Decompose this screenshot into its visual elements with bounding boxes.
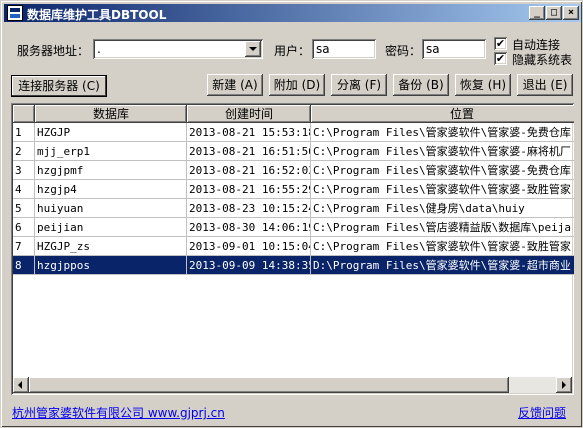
row-number-cell: 2 [13,142,35,161]
exit-button[interactable]: 退出 (E) [517,74,573,96]
created-time-cell: 2013-08-30 14:06:19 [187,218,311,237]
server-combo[interactable]: . [93,39,263,59]
company-link[interactable]: 杭州管家婆软件有限公司 www.gjprj.cn [12,404,225,421]
database-name-cell: HZGJP [35,123,187,142]
scroll-right-icon[interactable] [556,377,572,393]
feedback-link[interactable]: 反馈问题 [518,404,566,421]
database-name-cell: huiyuan [35,199,187,218]
minimize-button[interactable]: _ [529,6,545,20]
row-number-cell: 7 [13,237,35,256]
header-row-number[interactable] [13,105,35,123]
created-time-cell: 2013-09-01 10:15:04 [187,237,311,256]
created-time-cell: 2013-08-21 15:53:18 [187,123,311,142]
backup-database-button[interactable]: 备份 (B) [393,74,449,96]
row-number-cell: 4 [13,180,35,199]
location-cell: C:\Program Files\管家婆软件\管家婆-致胜管家 [311,237,574,256]
header-location[interactable]: 位置 [311,105,574,123]
database-name-cell: mjj_erp1 [35,142,187,161]
horizontal-scrollbar[interactable] [13,377,572,393]
scroll-left-icon[interactable] [13,377,29,393]
close-button[interactable]: × [563,6,579,20]
header-database[interactable]: 数据库 [35,105,187,123]
connect-server-button[interactable]: 连接服务器 (C) [11,75,107,97]
new-database-button[interactable]: 新建 (A) [207,74,263,96]
location-cell: C:\Program Files\管店婆精益版\数据库\peija [311,218,574,237]
created-time-cell: 2013-08-23 10:15:24 [187,199,311,218]
database-app-icon [7,5,23,21]
maximize-button[interactable]: □ [546,6,562,20]
location-cell: D:\Program Files\管家婆软件\管家婆-超市商业 [311,256,574,275]
auto-connect-checkbox[interactable]: ✔ [494,37,507,50]
location-cell: C:\Program Files\管家婆软件\管家婆-免费仓库 [311,161,574,180]
attach-database-button[interactable]: 附加 (D) [269,74,325,96]
scrollbar-thumb[interactable] [29,377,509,393]
header-created-time[interactable]: 创建时间 [187,105,311,123]
title-bar[interactable]: 数据库维护工具DBTOOL _ □ × [4,4,581,22]
location-cell: C:\Program Files\健身房\data\huiy [311,199,574,218]
hide-system-label[interactable]: 隐藏系统表 [512,51,572,68]
row-number-cell: 5 [13,199,35,218]
window-title: 数据库维护工具DBTOOL [27,8,167,22]
row-number-cell: 1 [13,123,35,142]
created-time-cell: 2013-08-21 16:52:03 [187,161,311,180]
password-input[interactable]: sa [422,39,486,59]
database-name-cell: peijian [35,218,187,237]
database-grid[interactable]: 数据库 创建时间 位置 1 HZGJP 2013-08-21 15:53:18 C:\… [11,103,574,395]
detach-database-button[interactable]: 分离 (F) [331,74,387,96]
database-name-cell: HZGJP_zs [35,237,187,256]
location-cell: C:\Program Files\管家婆软件\管家婆-致胜管家 [311,180,574,199]
user-input[interactable]: sa [312,39,376,59]
hide-system-checkbox[interactable]: ✔ [494,52,507,65]
database-name-cell: hzgjp4 [35,180,187,199]
database-name-cell: hzgjppos [35,256,187,275]
row-number-cell: 6 [13,218,35,237]
created-time-cell: 2013-08-21 16:51:56 [187,142,311,161]
app-window: 数据库维护工具DBTOOL _ □ × 服务器地址： . 用户： sa 密码： … [0,0,583,428]
created-time-cell: 2013-08-21 16:55:29 [187,180,311,199]
location-cell: C:\Program Files\管家婆软件\管家婆-免费仓库 [311,123,574,142]
server-value: . [97,42,101,56]
row-number-cell: 3 [13,161,35,180]
location-cell: C:\Program Files\管家婆软件\管家婆-麻将机厂 [311,142,574,161]
server-label: 服务器地址： [17,44,90,58]
chevron-down-icon[interactable] [245,41,261,57]
user-label: 用户： [274,44,311,58]
database-name-cell: hzgjpmf [35,161,187,180]
created-time-cell: 2013-09-09 14:38:35 [187,256,311,275]
row-number-cell: 8 [13,256,35,275]
restore-database-button[interactable]: 恢复 (H) [455,74,511,96]
password-label: 密码： [385,44,422,58]
